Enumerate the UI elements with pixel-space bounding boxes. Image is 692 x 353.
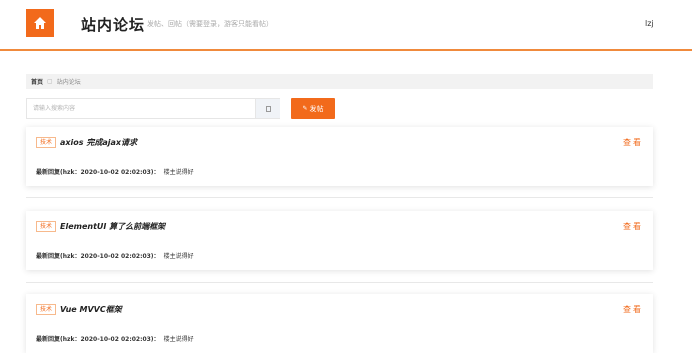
home-icon bbox=[34, 17, 46, 29]
new-post-label: 发帖 bbox=[309, 104, 324, 113]
post-title[interactable]: axios 完成ajax请求 bbox=[60, 137, 137, 148]
post-card: 技术 Vue MVVC框架 查看 最新回复(hzk：2020-10-02 02:… bbox=[26, 294, 653, 353]
breadcrumb-separator-icon: ▢ bbox=[47, 78, 53, 85]
divider bbox=[26, 282, 653, 283]
post-tag: 技术 bbox=[36, 221, 57, 232]
latest-reply: 最新回复(hzk：2020-10-02 02:02:03)： 楼主说得好 bbox=[36, 334, 194, 343]
reply-text: 楼主说得好 bbox=[163, 253, 194, 260]
latest-reply: 最新回复(hzk：2020-10-02 02:02:03)： 楼主说得好 bbox=[36, 167, 194, 176]
post-card: 技术 axios 完成ajax请求 查看 最新回复(hzk：2020-10-02… bbox=[26, 127, 653, 186]
view-post-link[interactable]: 查看 bbox=[623, 304, 643, 315]
new-post-button[interactable]: ✎ 发帖 bbox=[291, 98, 335, 119]
latest-reply: 最新回复(hzk：2020-10-02 02:02:03)： 楼主说得好 bbox=[36, 251, 194, 260]
post-card: 技术 ElementUI 算了么前端框架 查看 最新回复(hzk：2020-10… bbox=[26, 211, 653, 270]
site-subtitle: 发帖、回帖（需要登录，游客只能看帖） bbox=[147, 20, 273, 28]
breadcrumb-current: 站内论坛 bbox=[56, 79, 81, 86]
user-name[interactable]: lzj bbox=[645, 19, 654, 28]
divider bbox=[26, 197, 653, 198]
top-header: 站内论坛 发帖、回帖（需要登录，游客只能看帖） lzj bbox=[0, 0, 692, 51]
post-tag: 技术 bbox=[36, 304, 57, 315]
reply-meta: 最新回复(hzk：2020-10-02 02:02:03)： bbox=[36, 253, 160, 260]
post-tag: 技术 bbox=[36, 137, 57, 148]
home-button[interactable] bbox=[26, 9, 54, 37]
search-button[interactable] bbox=[255, 99, 280, 118]
view-post-link[interactable]: 查看 bbox=[623, 137, 643, 148]
search-icon bbox=[265, 105, 271, 112]
search-input[interactable] bbox=[27, 99, 254, 118]
breadcrumb-home[interactable]: 首页 bbox=[31, 77, 43, 86]
reply-meta: 最新回复(hzk：2020-10-02 02:02:03)： bbox=[36, 336, 160, 343]
view-post-link[interactable]: 查看 bbox=[623, 221, 643, 232]
post-title[interactable]: ElementUI 算了么前端框架 bbox=[60, 221, 165, 232]
pencil-icon: ✎ bbox=[302, 105, 308, 112]
search-box bbox=[26, 98, 280, 119]
reply-meta: 最新回复(hzk：2020-10-02 02:02:03)： bbox=[36, 169, 160, 176]
reply-text: 楼主说得好 bbox=[163, 336, 194, 343]
breadcrumb: 首页 ▢ 站内论坛 bbox=[26, 74, 653, 89]
reply-text: 楼主说得好 bbox=[163, 169, 194, 176]
site-title: 站内论坛 bbox=[81, 16, 146, 34]
post-title[interactable]: Vue MVVC框架 bbox=[60, 304, 122, 315]
